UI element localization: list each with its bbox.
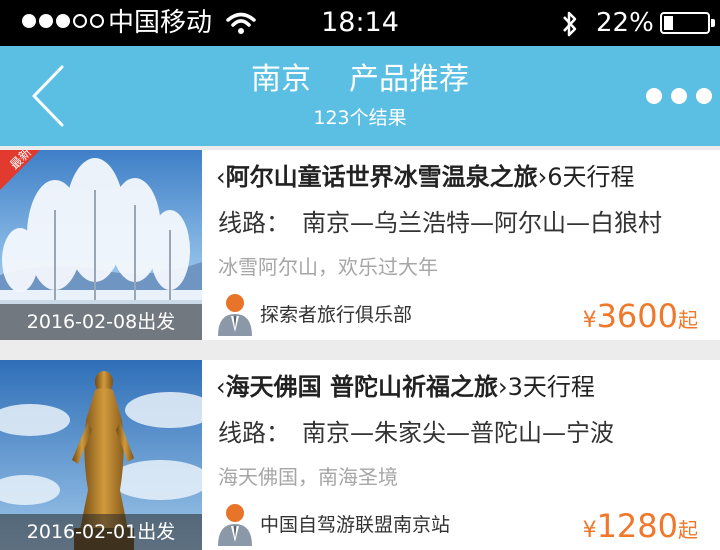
product-duration: 6天行程 (547, 163, 635, 191)
nav-bar: 南京 产品推荐 123个结果 (0, 46, 720, 146)
nav-title-text: 产品推荐 (349, 62, 469, 97)
route-label: 线路： (218, 419, 290, 447)
product-route: 线路： 南京—乌兰浩特—阿尔山—白狼村 (218, 206, 662, 240)
status-bar: 中国移动 18:14 22% (0, 0, 720, 46)
price-currency: ¥ (582, 518, 597, 543)
product-price: ¥3600起 (583, 298, 698, 334)
product-name: 海天佛国 普陀山祈福之旅 (225, 373, 498, 401)
price-value: 1280 (596, 507, 678, 545)
price-suffix: 起 (678, 518, 698, 542)
agency-name[interactable]: 探索者旅行俱乐部 (260, 301, 412, 329)
product-title[interactable]: ‹阿尔山童话世界冰雪温泉之旅›6天行程 (216, 160, 635, 194)
route-text: 南京—乌兰浩特—阿尔山—白狼村 (302, 209, 662, 237)
price-suffix: 起 (678, 308, 698, 332)
carrier-name: 中国移动 (108, 8, 213, 38)
departure-date: 2016-02-08出发 (0, 304, 202, 340)
battery-icon (660, 12, 715, 34)
product-image: 最新 2016-02-08出发 (0, 150, 202, 340)
agency-name[interactable]: 中国自驾游联盟南京站 (260, 511, 450, 539)
product-card[interactable]: 2016-02-01出发 ‹海天佛国 普陀山祈福之旅›3天行程 线路： 南京—朱家… (0, 360, 720, 550)
page-title: 南京 产品推荐 (0, 60, 720, 100)
route-text: 南京—朱家尖—普陀山—宁波 (302, 419, 614, 447)
route-label: 线路： (218, 209, 290, 237)
departure-date: 2016-02-01出发 (0, 514, 202, 550)
battery-percent: 22% (596, 8, 654, 38)
product-price: ¥1280起 (583, 508, 698, 544)
nav-city: 南京 (251, 62, 311, 97)
product-duration: 3天行程 (507, 373, 595, 401)
product-description: 海天佛国，南海圣境 (218, 465, 398, 489)
wifi-icon (226, 12, 256, 34)
product-image: 2016-02-01出发 (0, 360, 202, 550)
price-currency: ¥ (582, 308, 597, 333)
new-badge: 最新 (0, 150, 40, 190)
signal-strength-icon (22, 14, 104, 28)
product-title[interactable]: ‹海天佛国 普陀山祈福之旅›3天行程 (216, 370, 595, 404)
battery-fill (664, 16, 673, 30)
more-button[interactable] (646, 88, 712, 104)
product-route: 线路： 南京—朱家尖—普陀山—宁波 (218, 416, 614, 450)
product-description: 冰雪阿尔山，欢乐过大年 (218, 255, 438, 279)
price-value: 3600 (596, 297, 678, 335)
more-dots-icon (646, 88, 662, 104)
agency-avatar-icon (218, 504, 252, 546)
agency-avatar-icon (218, 294, 252, 336)
product-card[interactable]: 最新 2016-02-08出发 ‹阿尔山童话世界冰雪温泉之旅›6天行程 线路： 南… (0, 150, 720, 340)
result-count: 123个结果 (313, 107, 407, 129)
product-name: 阿尔山童话世界冰雪温泉之旅 (225, 163, 538, 191)
bluetooth-icon (563, 11, 577, 37)
